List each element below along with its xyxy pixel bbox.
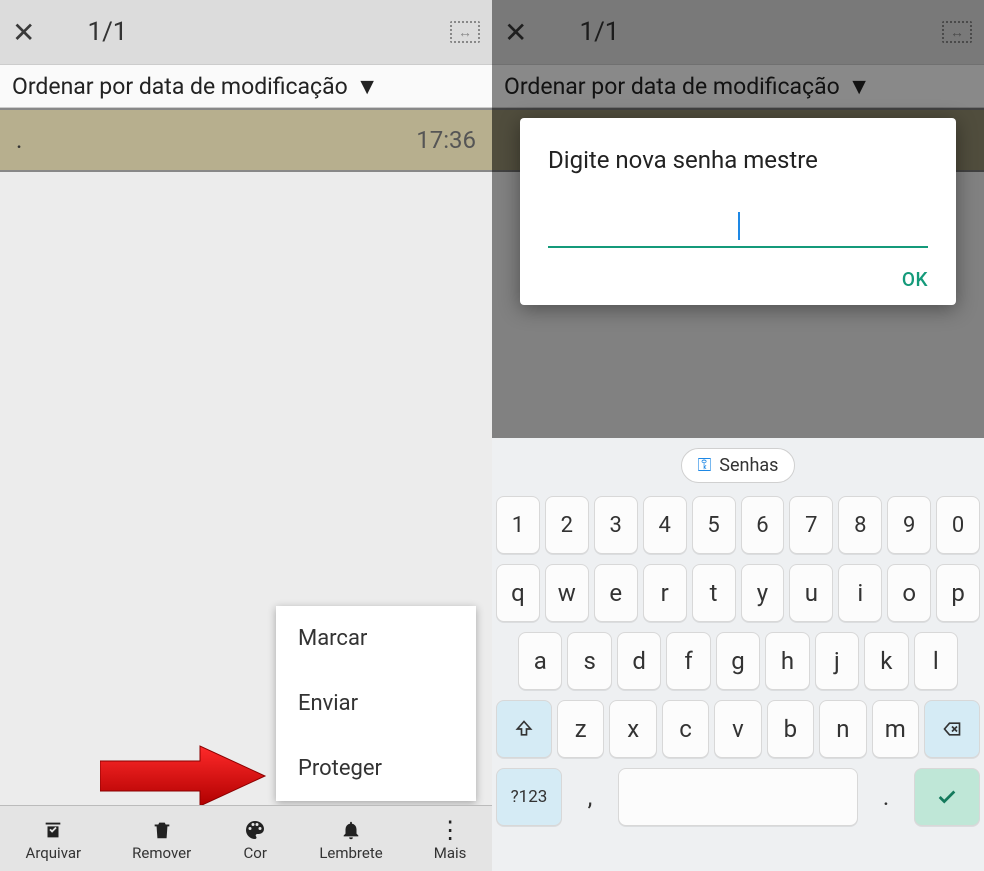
key-row-3: z x c v b n m [496,700,980,758]
key-s[interactable]: s [567,632,611,690]
ok-button[interactable]: OK [902,268,928,291]
toolbar-remove[interactable]: Remover [132,816,191,862]
key-e[interactable]: e [594,564,638,622]
key-c[interactable]: c [662,700,709,758]
key-period[interactable]: . [863,768,909,826]
selection-count: 1/1 [87,17,127,47]
screen-right: ✕ 1/1 Ordenar por data de modificação ▼ … [492,0,984,871]
passwords-chip[interactable]: ⚿ Senhas [681,448,796,483]
trash-icon [151,816,173,844]
bottom-toolbar: Arquivar Remover Cor Lembrete ⋮ Mais [0,805,492,871]
toolbar-label: Mais [434,844,467,862]
toolbar-label: Lembrete [319,844,382,862]
key-w[interactable]: w [545,564,589,622]
key-row-numbers: 1 2 3 4 5 6 7 8 9 0 [496,496,980,554]
sort-dropdown[interactable]: Ordenar por data de modificação ▼ [0,64,492,108]
note-item[interactable]: . 17:36 [0,108,492,172]
key-1[interactable]: 1 [496,496,540,554]
key-9[interactable]: 9 [887,496,931,554]
toolbar-label: Arquivar [26,844,82,862]
key-t[interactable]: t [692,564,736,622]
key-row-2: a s d f g h j k l [496,632,980,690]
key-m[interactable]: m [872,700,919,758]
toolbar-color[interactable]: Cor [242,816,268,862]
menu-item-mark[interactable]: Marcar [276,606,476,671]
key-row-1: q w e r t y u i o p [496,564,980,622]
key-backspace[interactable] [924,700,980,758]
key-j[interactable]: j [815,632,859,690]
backspace-icon [939,719,965,739]
bell-icon [340,816,362,844]
key-comma[interactable]: , [567,768,613,826]
menu-item-send[interactable]: Enviar [276,671,476,736]
key-n[interactable]: n [819,700,866,758]
key-v[interactable]: v [714,700,761,758]
text-caret [738,212,740,240]
key-r[interactable]: r [643,564,687,622]
topbar: ✕ 1/1 [0,0,492,64]
key-k[interactable]: k [864,632,908,690]
key-z[interactable]: z [557,700,604,758]
key-q[interactable]: q [496,564,540,622]
key-5[interactable]: 5 [692,496,736,554]
archive-icon [40,816,66,844]
check-icon [936,786,958,808]
palette-icon [242,816,268,844]
key-f[interactable]: f [666,632,710,690]
key-enter[interactable] [914,768,980,826]
key-0[interactable]: 0 [936,496,980,554]
note-time: 17:36 [416,126,476,154]
key-3[interactable]: 3 [594,496,638,554]
key-symbols[interactable]: ?123 [496,768,562,826]
key-8[interactable]: 8 [838,496,882,554]
key-b[interactable]: b [767,700,814,758]
key-i[interactable]: i [838,564,882,622]
password-input[interactable] [548,208,928,248]
key-7[interactable]: 7 [789,496,833,554]
toolbar-label: Cor [244,844,267,862]
toolbar-more[interactable]: ⋮ Mais [434,816,467,862]
screen-left: ✕ 1/1 Ordenar por data de modificação ▼ … [0,0,492,871]
arrow-annotation [100,741,270,811]
key-g[interactable]: g [716,632,760,690]
key-shift[interactable] [496,700,552,758]
toolbar-reminder[interactable]: Lembrete [319,816,382,862]
password-dialog: Digite nova senha mestre OK [520,118,956,305]
key-y[interactable]: y [741,564,785,622]
key-row-4: ?123 , . [496,768,980,826]
note-title: . [16,126,416,154]
key-o[interactable]: o [887,564,931,622]
more-icon: ⋮ [438,816,462,844]
key-d[interactable]: d [617,632,661,690]
resize-icon[interactable] [450,21,480,43]
toolbar-archive[interactable]: Arquivar [26,816,82,862]
key-space[interactable] [618,768,858,826]
key-h[interactable]: h [765,632,809,690]
shift-icon [514,719,534,739]
chevron-down-icon: ▼ [356,73,379,100]
toolbar-label: Remover [132,844,191,862]
close-icon[interactable]: ✕ [12,16,35,49]
key-l[interactable]: l [914,632,958,690]
key-x[interactable]: x [609,700,656,758]
key-a[interactable]: a [518,632,562,690]
keyboard: ⚿ Senhas 1 2 3 4 5 6 7 8 9 0 q w e r [492,438,984,871]
key-2[interactable]: 2 [545,496,589,554]
key-4[interactable]: 4 [643,496,687,554]
key-u[interactable]: u [789,564,833,622]
sort-label: Ordenar por data de modificação [12,73,348,100]
menu-item-protect[interactable]: Proteger [276,736,476,801]
context-menu: Marcar Enviar Proteger [276,606,476,801]
key-p[interactable]: p [936,564,980,622]
key-icon: ⚿ [698,455,712,476]
dialog-title: Digite nova senha mestre [548,144,928,176]
chip-label: Senhas [719,455,778,476]
key-6[interactable]: 6 [741,496,785,554]
